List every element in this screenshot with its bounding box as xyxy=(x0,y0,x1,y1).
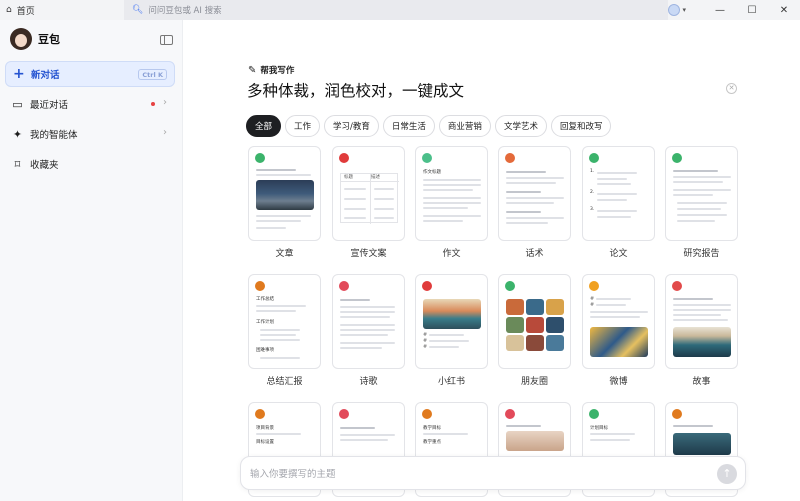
minimize-button[interactable]: — xyxy=(704,0,736,20)
sparkle-icon: ✦ xyxy=(12,127,23,141)
moments-icon xyxy=(505,281,515,291)
chip-reply-rewrite[interactable]: 回复和改写 xyxy=(550,115,612,137)
chat-bubble-icon: ▭ xyxy=(12,97,23,111)
template-card-moments[interactable] xyxy=(498,274,571,369)
template-card-story[interactable] xyxy=(665,274,738,369)
sidebar-item-new-chat[interactable]: + 新对话 Ctrl K xyxy=(5,61,175,87)
plus-icon: + xyxy=(13,65,25,82)
essay-icon xyxy=(422,153,432,163)
speech-icon xyxy=(505,153,515,163)
send-button[interactable]: ↑ xyxy=(717,464,737,484)
template-card-poem[interactable] xyxy=(332,274,405,369)
bookmark-icon: ⌑ xyxy=(14,157,21,171)
chip-work[interactable]: 工作 xyxy=(285,115,321,137)
account-menu[interactable]: ▾ xyxy=(668,4,686,16)
pen-icon: ✎ xyxy=(248,64,257,76)
art-image xyxy=(590,327,648,357)
thesis-icon xyxy=(589,153,599,163)
essay-title-text: 作文标题 xyxy=(423,170,441,175)
title-bar: ⌂ 首页 🔍︎ 问问豆包或 AI 搜索 ▾ — ☐ ✕ xyxy=(0,0,800,20)
sidebar-item-label: 收藏夹 xyxy=(30,160,59,171)
shortcut-badge: Ctrl K xyxy=(138,69,167,80)
arrow-up-icon: ↑ xyxy=(722,467,732,480)
mountain-image xyxy=(256,180,314,210)
template-card-essay[interactable]: 作文标题 xyxy=(415,146,488,241)
report-icon xyxy=(672,153,682,163)
template-label: 朋友圈 xyxy=(520,377,548,387)
template-card-thesis[interactable]: 1. 2. 3. xyxy=(582,146,655,241)
maximize-button[interactable]: ☐ xyxy=(736,0,768,20)
sidebar-item-label: 我的智能体 xyxy=(30,130,78,141)
poem-icon xyxy=(339,281,349,291)
user-avatar xyxy=(668,4,681,16)
unread-dot xyxy=(151,102,155,106)
template-label: 诗歌 xyxy=(359,377,378,387)
template-label: 宣传文案 xyxy=(350,249,387,259)
sidebar-collapse-icon[interactable] xyxy=(160,35,173,45)
search-icon: 🔍︎ xyxy=(131,5,144,15)
close-button[interactable]: ✕ xyxy=(768,0,800,20)
brand-name: 豆包 xyxy=(38,33,60,46)
sidebar: 豆包 + 新对话 Ctrl K ▭ 最近对话 › ✦ 我的智能体 › ⌑ 收藏夹 xyxy=(0,20,183,501)
template-label: 文章 xyxy=(275,249,294,259)
template-label: 话术 xyxy=(525,249,544,259)
template-card-research-report[interactable] xyxy=(665,146,738,241)
sidebar-item-my-agents[interactable]: ✦ 我的智能体 › xyxy=(5,121,175,147)
template-card-summary-report[interactable]: 工作总结 工作计划 困难事项 xyxy=(248,274,321,369)
template-label: 研究报告 xyxy=(683,249,720,259)
painting-image xyxy=(423,299,481,329)
sidebar-item-label: 新对话 xyxy=(31,70,60,81)
chip-all[interactable]: 全部 xyxy=(246,115,282,137)
chip-daily-life[interactable]: 日常生活 xyxy=(382,115,435,137)
helper-label: 帮我写作 xyxy=(260,66,295,76)
home-tab[interactable]: ⌂ 首页 xyxy=(0,0,124,20)
sidebar-nav: + 新对话 Ctrl K ▭ 最近对话 › ✦ 我的智能体 › ⌑ 收藏夹 xyxy=(5,61,175,181)
weibo-icon xyxy=(589,281,599,291)
template-label: 论文 xyxy=(609,249,628,259)
main-panel: ✎ 帮我写作 多种体裁，润色校对，一键成文 ✕ 全部 工作 学习/教育 日常生活… xyxy=(184,20,800,501)
ad-icon xyxy=(339,153,349,163)
prompt-composer: ↑ xyxy=(240,456,746,490)
xiaohongshu-icon xyxy=(422,281,432,291)
summary-icon xyxy=(255,281,265,291)
template-label: 微博 xyxy=(609,377,628,387)
sidebar-item-recent-chats[interactable]: ▭ 最近对话 › xyxy=(5,91,175,117)
writing-helper-title: ✎ 帮我写作 xyxy=(248,64,295,77)
sidebar-item-favorites[interactable]: ⌑ 收藏夹 xyxy=(5,151,175,177)
template-label: 作文 xyxy=(442,249,461,259)
chip-literature-art[interactable]: 文学艺术 xyxy=(494,115,547,137)
template-label: 总结汇报 xyxy=(266,377,303,387)
chevron-right-icon: › xyxy=(163,127,167,138)
template-card-xiaohongshu[interactable]: # # # xyxy=(415,274,488,369)
chevron-down-icon: ▾ xyxy=(682,6,686,14)
template-card-script[interactable] xyxy=(498,146,571,241)
close-icon[interactable]: ✕ xyxy=(726,83,737,94)
home-icon: ⌂ xyxy=(6,5,12,15)
chip-business-marketing[interactable]: 商业营销 xyxy=(438,115,491,137)
topic-input[interactable] xyxy=(250,466,690,482)
chip-study-education[interactable]: 学习/教育 xyxy=(324,115,379,137)
template-card-article[interactable] xyxy=(248,146,321,241)
template-label: 故事 xyxy=(692,377,711,387)
story-image xyxy=(673,327,731,357)
template-card-promo-copy[interactable]: 标题 描述 xyxy=(332,146,405,241)
category-chips: 全部 工作 学习/教育 日常生活 商业营销 文学艺术 回复和改写 xyxy=(246,115,612,137)
global-search-placeholder: 问问豆包或 AI 搜索 xyxy=(148,6,222,16)
page-heading: 多种体裁，润色校对，一键成文 xyxy=(247,82,465,100)
article-icon xyxy=(255,153,265,163)
home-label: 首页 xyxy=(16,6,35,17)
template-card-weibo[interactable]: # # xyxy=(582,274,655,369)
chevron-right-icon: › xyxy=(163,97,167,108)
brand: 豆包 xyxy=(10,28,60,50)
doubao-avatar xyxy=(10,28,32,50)
global-search-bar[interactable]: 🔍︎ 问问豆包或 AI 搜索 xyxy=(123,0,669,20)
template-label: 小红书 xyxy=(437,377,465,387)
sidebar-item-label: 最近对话 xyxy=(30,100,69,111)
story-icon xyxy=(672,281,682,291)
